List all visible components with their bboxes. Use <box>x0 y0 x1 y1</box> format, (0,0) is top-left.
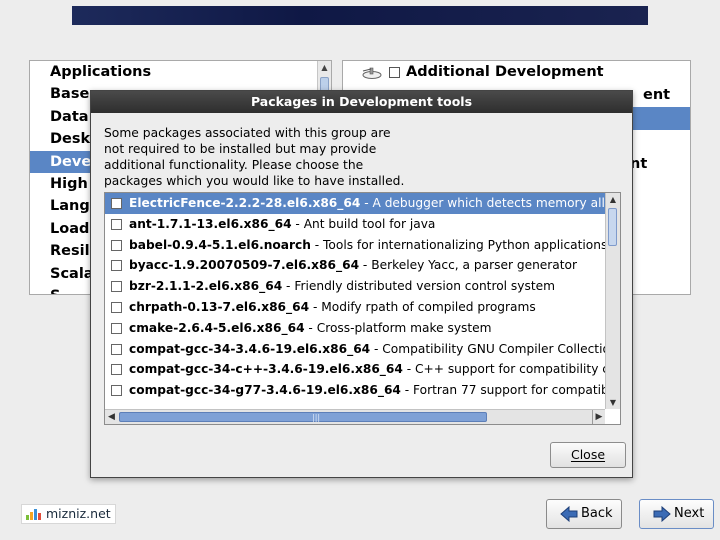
close-button[interactable]: Close <box>550 442 626 468</box>
message-line: additional functionality. Please choose … <box>104 158 364 172</box>
group-item[interactable]: Applications <box>30 61 331 83</box>
logo-mark-icon <box>26 509 41 520</box>
back-arrow-icon <box>560 506 578 522</box>
package-list[interactable]: ElectricFence-2.2.2-28.el6.x86_64 - A de… <box>104 192 621 425</box>
package-list-vertical-scrollbar[interactable]: ▲ ▼ <box>605 193 620 409</box>
vertical-scroll-thumb[interactable] <box>608 208 617 246</box>
package-checkbox[interactable] <box>111 301 122 313</box>
package-checkbox[interactable] <box>111 198 122 209</box>
dialog-message: Some packages associated with this group… <box>104 125 404 189</box>
package-checkbox[interactable] <box>111 281 122 293</box>
package-row[interactable]: babel-0.9.4-5.1.el6.noarch - Tools for i… <box>105 235 605 256</box>
package-desc: - Ant build tool for java <box>291 216 436 231</box>
package-desc: - A debugger which detects memory alloc <box>360 196 605 210</box>
package-name: compat-gcc-34-c++-3.4.6-19.el6.x86_64 <box>129 362 403 377</box>
package-name: byacc-1.9.20070509-7.el6.x86_64 <box>129 258 360 273</box>
logo: mizniz.net <box>21 504 116 524</box>
package-list-horizontal-scrollbar[interactable]: ◀ ||| ▶ <box>105 409 605 424</box>
package-row[interactable]: bzr-2.1.1-2.el6.x86_64 - Friendly distri… <box>105 276 605 297</box>
package-name: babel-0.9.4-5.1.el6.noarch <box>129 237 311 252</box>
next-button-label: Next <box>674 506 705 521</box>
package-desc: - Tools for internationalizing Python ap… <box>310 237 605 252</box>
package-desc: - C++ support for compatibility co <box>402 362 605 377</box>
dialog-title: Packages in Development tools <box>91 91 632 113</box>
package-desc: - Modify rpath of compiled programs <box>309 299 536 314</box>
package-desc: - Cross-platform make system <box>304 320 492 335</box>
package-desc: - Berkeley Yacc, a parser generator <box>359 258 578 273</box>
next-button[interactable]: Next <box>639 499 714 529</box>
package-name: chrpath-0.13-7.el6.x86_64 <box>129 299 310 314</box>
package-desc: - Friendly distributed version control s… <box>282 279 555 294</box>
scroll-right-icon[interactable]: ▶ <box>592 410 605 424</box>
package-checkbox[interactable] <box>111 260 122 272</box>
package-desc: - Compatibility GNU Compiler Collection <box>370 341 605 356</box>
package-name: cmake-2.6.4-5.el6.x86_64 <box>129 320 305 335</box>
package-name: ant-1.7.1-13.el6.x86_64 <box>129 216 292 231</box>
header-banner <box>72 6 648 25</box>
subitem-label: ent <box>643 87 671 103</box>
package-row[interactable]: compat-gcc-34-c++-3.4.6-19.el6.x86_64 - … <box>105 359 605 380</box>
package-desc: - Fortran 77 support for compatibili <box>400 383 605 398</box>
back-button[interactable]: Back <box>546 499 622 529</box>
subitem-label: Additional Development <box>406 64 604 80</box>
scroll-down-icon[interactable]: ▼ <box>606 396 620 409</box>
package-row-selected[interactable]: ElectricFence-2.2.2-28.el6.x86_64 - A de… <box>105 193 605 214</box>
message-line: Some packages associated with this group… <box>104 126 391 140</box>
scroll-up-icon[interactable]: ▲ <box>318 61 331 75</box>
packages-dialog: Packages in Development tools Some packa… <box>90 90 633 478</box>
package-checkbox[interactable] <box>111 322 122 334</box>
package-row[interactable]: ant-1.7.1-13.el6.x86_64 - Ant build tool… <box>105 214 605 235</box>
package-checkbox[interactable] <box>111 385 122 397</box>
package-row[interactable]: compat-gcc-34-3.4.6-19.el6.x86_64 - Comp… <box>105 339 605 360</box>
package-row[interactable]: compat-gcc-34-g77-3.4.6-19.el6.x86_64 - … <box>105 380 605 401</box>
message-line: packages which you would like to have in… <box>104 174 405 188</box>
subitem-checkbox[interactable] <box>389 67 400 78</box>
horizontal-scroll-thumb[interactable]: ||| <box>119 412 487 422</box>
package-row[interactable]: byacc-1.9.20070509-7.el6.x86_64 - Berkel… <box>105 255 605 276</box>
message-line: not required to be installed but may pro… <box>104 142 377 156</box>
package-name: ElectricFence-2.2.2-28.el6.x86_64 <box>129 196 361 210</box>
package-checkbox[interactable] <box>111 218 122 230</box>
logo-text: mizniz.net <box>46 506 111 521</box>
scroll-up-icon[interactable]: ▲ <box>606 193 620 206</box>
package-name: compat-gcc-34-3.4.6-19.el6.x86_64 <box>129 341 371 356</box>
package-name: compat-gcc-34-g77-3.4.6-19.el6.x86_64 <box>129 383 401 398</box>
development-tools-icon <box>362 67 382 79</box>
package-checkbox[interactable] <box>111 343 122 355</box>
package-row[interactable]: cmake-2.6.4-5.el6.x86_64 - Cross-platfor… <box>105 318 605 339</box>
back-button-label: Back <box>581 506 613 521</box>
package-checkbox[interactable] <box>111 239 122 251</box>
next-arrow-icon <box>653 506 671 522</box>
package-checkbox[interactable] <box>111 364 122 376</box>
package-name: bzr-2.1.1-2.el6.x86_64 <box>129 279 283 294</box>
package-rows: ElectricFence-2.2.2-28.el6.x86_64 - A de… <box>105 193 605 407</box>
subitem-row[interactable]: Additional Development <box>343 61 690 84</box>
close-button-label: Close <box>570 447 606 462</box>
scroll-left-icon[interactable]: ◀ <box>105 410 118 424</box>
grip-icon: ||| <box>312 413 321 422</box>
package-row[interactable]: chrpath-0.13-7.el6.x86_64 - Modify rpath… <box>105 297 605 318</box>
